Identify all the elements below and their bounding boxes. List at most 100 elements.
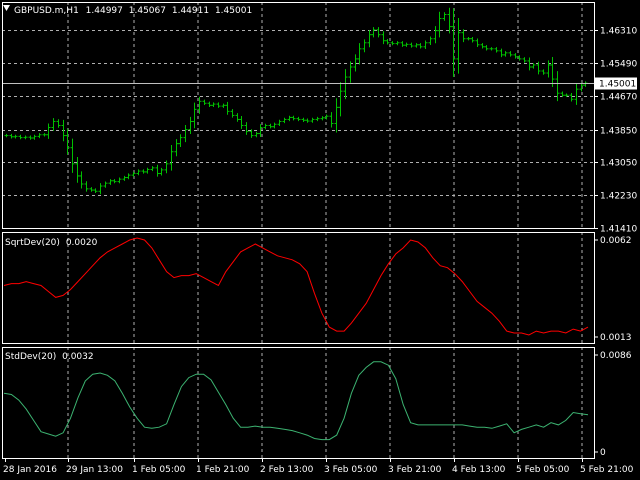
stddev-name: StdDev(20) [5,352,56,362]
ohlc-bar [329,112,334,128]
stddev-line [3,361,589,441]
ohlc-bar [437,11,442,38]
ohlc-bar [494,47,499,53]
ohlc-bar [235,113,240,122]
y-tick-label: 0 [600,448,606,458]
ohlc-bar [480,43,485,49]
ohlc-bar [456,17,461,74]
main-pane-header: GBPUSD.m,H1 1.44997 1.45067 1.44911 1.45… [14,6,252,16]
y-tick-label: 1.44670 [600,93,637,103]
sqrtdev-value: 0.0020 [66,238,98,248]
ohlc-bar [371,27,376,38]
close-value: 1.45001 [215,6,252,16]
ohlc-bar [51,118,56,131]
ohlc-bar [221,103,226,108]
y-tick-label: 0.0013 [600,333,632,343]
ohlc-bar [395,41,400,46]
ohlc-bar [13,134,18,139]
ohlc-bar [400,41,405,47]
ohlc-bar [9,133,14,139]
grid [2,2,594,458]
pane-frames [2,2,598,462]
stddev-pane-header: StdDev(20) 0.0032 [5,352,94,362]
ohlc-bar [287,115,292,122]
ohlc-bar [461,29,466,43]
ohlc-bar [136,169,141,176]
ohlc-bar [348,61,353,83]
ohlc-bar [574,83,579,105]
ohlc-bar [18,134,23,140]
ohlc-bar [70,138,75,173]
ohlc-bar [183,125,188,143]
ohlc-bar [56,119,61,128]
ohlc-bar [320,116,325,121]
ohlc-bar [418,43,423,49]
y-tick-label: 1.42230 [600,192,637,202]
ohlc-bar [414,43,419,48]
ohlc-bar [466,37,471,41]
x-tick-label: 5 Feb 05:00 [516,465,570,475]
ohlc-bar [244,122,249,135]
ohlc-bar [202,99,207,105]
y-tick-label: 1.41410 [600,225,637,235]
low-value: 1.44911 [172,6,209,16]
pane-border [2,232,595,344]
ohlc-bar [404,42,409,47]
ohlc-bar [211,102,216,108]
x-tick-label: 3 Feb 05:00 [324,465,378,475]
ohlc-bar [192,102,197,129]
ohlc-bar [174,139,179,157]
ohlc-bar [103,181,108,188]
ohlc-bar [433,26,438,44]
chart-canvas[interactable]: GBPUSD.m,H1 1.44997 1.45067 1.44911 1.45… [0,0,640,480]
ohlc-bar [108,179,113,185]
pane-border [2,2,595,229]
ohlc-bar [150,166,155,172]
y-tick-label: 0.0062 [600,236,632,246]
ohlc-bar [357,43,362,65]
ohlc-bar [428,36,433,46]
ohlc-bar [376,27,381,38]
x-tick-label: 2 Feb 13:00 [260,465,314,475]
ohlc-bar [315,116,320,122]
ohlc-bar [155,164,160,177]
ohlc-bar [442,12,447,21]
x-tick-label: 5 Feb 21:00 [580,465,634,475]
ohlc-bar [508,51,513,57]
ohlc-bar [126,173,131,180]
pane-border [2,347,595,459]
ohlc-bar [42,133,47,137]
ohlc-bar [522,57,527,63]
ohlc-bar [385,39,390,45]
ohlc-bar [583,81,588,87]
axis-labels: 1.46310 1.45490 1.44670 1.43850 1.43050 1.422… [3,27,637,476]
ohlc-bar [282,117,287,124]
ohlc-bar [541,69,546,75]
ohlc-bar [131,171,136,177]
ohlc-bar [141,169,146,174]
ohlc-bar [296,116,301,122]
stddev-value: 0.0032 [62,352,94,362]
ohlc-bar [353,54,358,72]
ohlc-bar [499,48,504,58]
ohlc-bar [159,167,164,176]
ohlc-bar [254,131,259,138]
ohlc-bar [343,69,348,100]
ohlc-bar [216,102,221,108]
ohlc-bar [277,119,282,126]
ohlc-bar [169,144,174,171]
x-tick-label: 4 Feb 13:00 [452,465,506,475]
x-tick-label: 28 Jan 2016 [3,465,57,475]
ohlc-bar [89,187,94,192]
ohlc-bar [178,134,183,148]
ohlc-bar [272,122,277,129]
ohlc-bar [447,7,452,34]
x-tick-label: 29 Jan 13:00 [66,465,123,475]
y-tick-label: 1.43050 [600,159,637,169]
ohlc-bar [75,157,80,183]
ohlc-bar [423,40,428,50]
trade-panel-toggle-icon[interactable] [3,5,10,11]
ohlc-bar [84,181,89,192]
ohlc-bar [475,38,480,48]
high-value: 1.45067 [129,6,166,16]
